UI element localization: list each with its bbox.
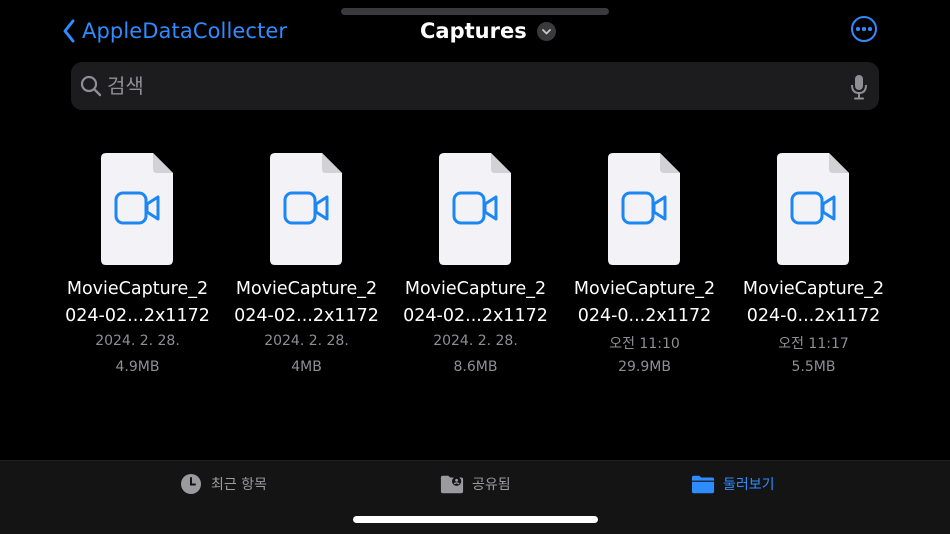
back-label: AppleDataCollecter bbox=[82, 19, 288, 43]
page-title: Captures bbox=[420, 19, 527, 43]
title-menu-button[interactable]: Captures bbox=[420, 16, 556, 46]
document-icon bbox=[777, 153, 849, 265]
tab-browse[interactable]: 둘러보기 bbox=[691, 471, 775, 497]
search-input[interactable] bbox=[107, 70, 837, 102]
file-item[interactable]: MovieCapture_2 024-02...2x1172 2024. 2. … bbox=[65, 150, 225, 382]
video-camera-icon bbox=[283, 191, 329, 225]
ellipsis-dot bbox=[862, 27, 866, 31]
document-icon bbox=[608, 153, 680, 265]
search-bar bbox=[71, 62, 879, 110]
nav-bar: AppleDataCollecter Captures bbox=[0, 12, 950, 50]
file-name: MovieCapture_2 024-02...2x1172 bbox=[403, 279, 548, 326]
file-name: MovieCapture_2 024-02...2x1172 bbox=[234, 279, 379, 326]
file-grid: MovieCapture_2 024-02...2x1172 2024. 2. … bbox=[0, 150, 950, 390]
video-camera-icon bbox=[621, 191, 667, 225]
file-name: MovieCapture_2 024-02...2x1172 bbox=[65, 279, 210, 326]
file-date: 오전 11:17 bbox=[778, 336, 849, 352]
ellipsis-dot bbox=[868, 27, 872, 31]
tab-shared[interactable]: 공유됨 bbox=[440, 471, 511, 497]
file-size: 8.6MB bbox=[453, 359, 498, 375]
file-size: 29.9MB bbox=[618, 359, 671, 375]
file-size: 4MB bbox=[291, 359, 322, 375]
file-item[interactable]: MovieCapture_2 024-0...2x1172 오전 11:17 5… bbox=[743, 150, 901, 382]
tab-recents[interactable]: 최근 항목 bbox=[179, 471, 267, 497]
file-name: MovieCapture_2 024-0...2x1172 bbox=[742, 279, 885, 326]
document-icon bbox=[270, 153, 342, 265]
file-date: 2024. 2. 28. bbox=[264, 333, 349, 349]
file-item[interactable]: MovieCapture_2 024-0...2x1172 오전 11:10 2… bbox=[574, 150, 732, 382]
file-item[interactable]: MovieCapture_2 024-02...2x1172 2024. 2. … bbox=[403, 150, 563, 382]
file-item[interactable]: MovieCapture_2 024-02...2x1172 2024. 2. … bbox=[234, 150, 394, 382]
tab-label: 최근 항목 bbox=[211, 477, 267, 493]
file-date: 오전 11:10 bbox=[609, 336, 680, 352]
document-icon bbox=[439, 153, 511, 265]
file-size: 4.9MB bbox=[115, 359, 160, 375]
video-camera-icon bbox=[790, 191, 836, 225]
back-button[interactable]: AppleDataCollecter bbox=[60, 16, 287, 46]
document-icon bbox=[101, 153, 173, 265]
clock-icon bbox=[181, 474, 201, 494]
tab-label: 둘러보기 bbox=[723, 477, 775, 493]
video-camera-icon bbox=[114, 191, 160, 225]
more-options-button[interactable] bbox=[851, 16, 877, 42]
chevron-left-icon bbox=[63, 19, 75, 43]
video-camera-icon bbox=[452, 191, 498, 225]
file-size: 5.5MB bbox=[791, 359, 836, 375]
tab-label: 공유됨 bbox=[472, 477, 511, 493]
file-date: 2024. 2. 28. bbox=[433, 333, 518, 349]
shared-folder-icon bbox=[440, 475, 464, 494]
home-indicator bbox=[353, 516, 598, 523]
folder-icon bbox=[691, 475, 715, 494]
file-date: 2024. 2. 28. bbox=[95, 333, 180, 349]
file-name: MovieCapture_2 024-0...2x1172 bbox=[573, 279, 716, 326]
microphone-icon[interactable] bbox=[850, 74, 868, 100]
ellipsis-dot bbox=[856, 27, 860, 31]
search-icon bbox=[80, 75, 102, 97]
chevron-down-icon bbox=[536, 21, 556, 41]
